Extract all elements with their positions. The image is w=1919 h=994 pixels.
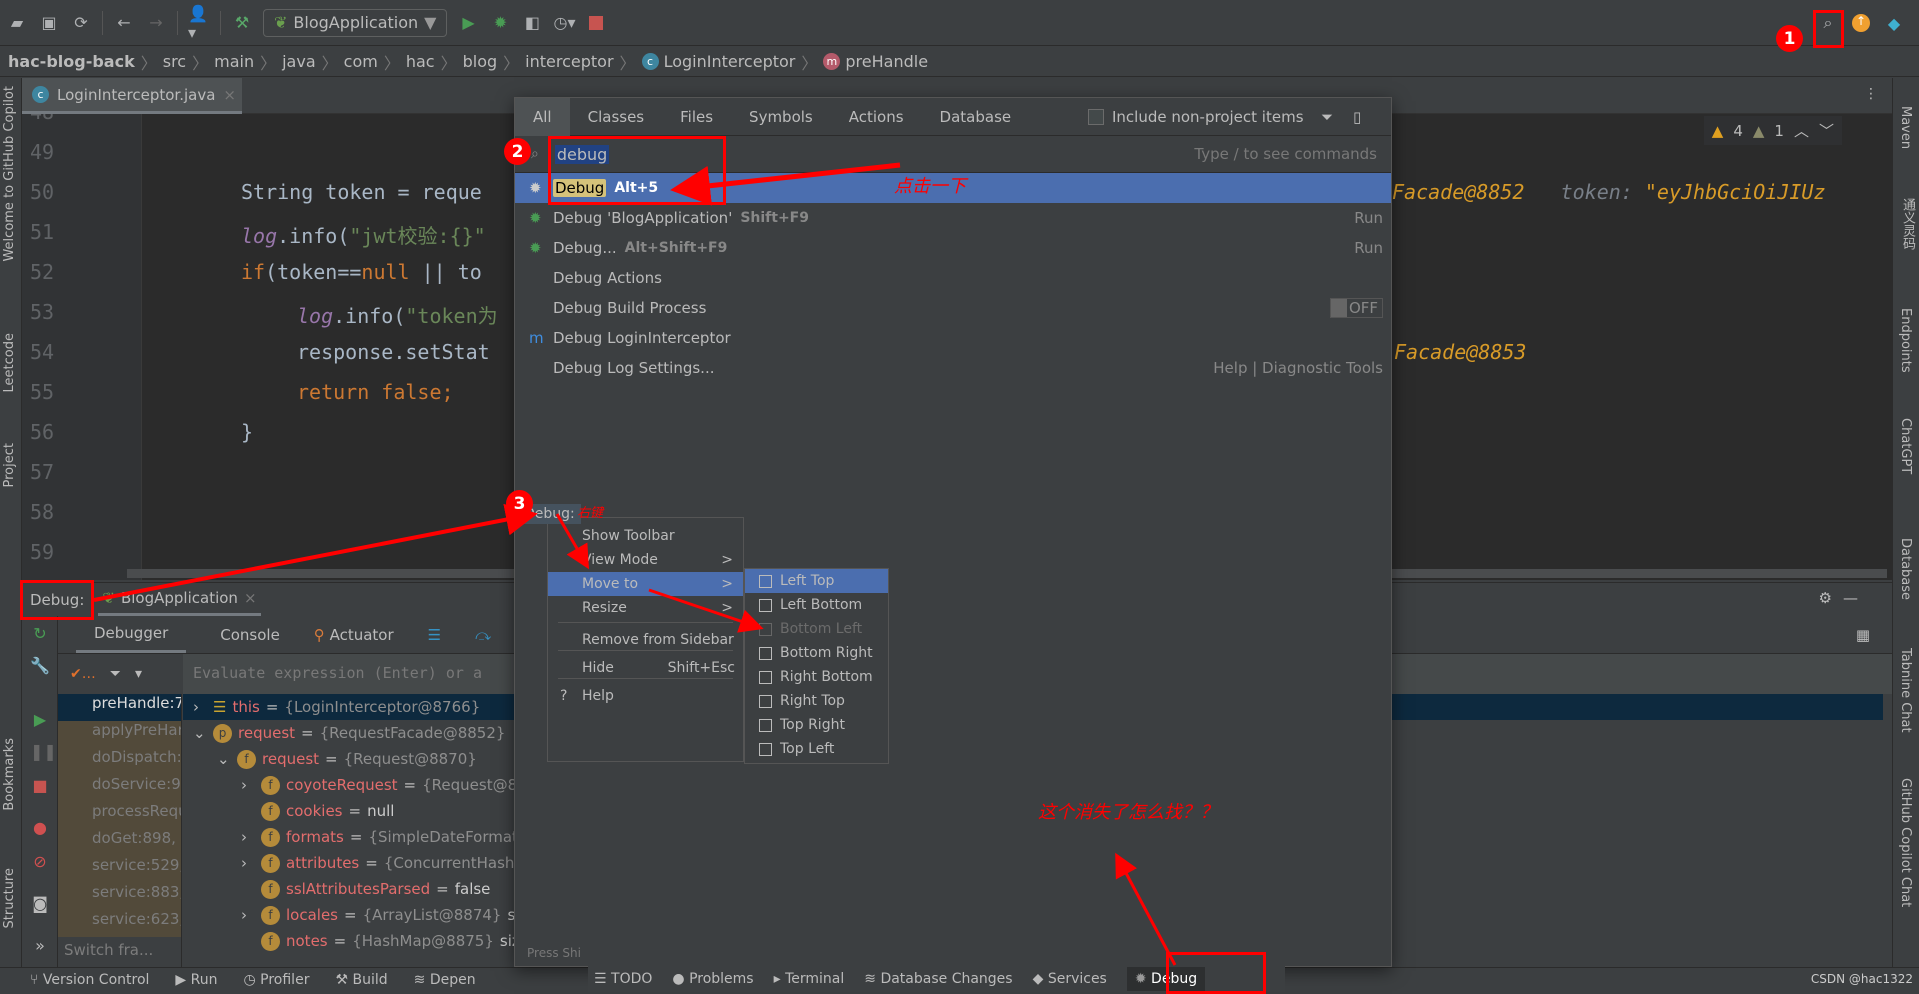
annotation-arrows bbox=[93, 162, 1177, 966]
annotation-box-search bbox=[1813, 10, 1844, 48]
annotation-question: 这个消失了怎么找？？ bbox=[1038, 802, 1218, 823]
arrow-move-to bbox=[555, 513, 590, 570]
annotation-click-once: 点击一下 bbox=[894, 176, 966, 197]
annotation-step-2: 2 bbox=[504, 138, 531, 165]
arrow-debug-tool-button bbox=[1115, 852, 1177, 966]
annotation-box-result bbox=[548, 136, 726, 205]
annotation-right-click: 右键 bbox=[577, 506, 604, 521]
annotation-box-debug-label bbox=[20, 580, 94, 620]
annotation-step-1: 1 bbox=[1776, 25, 1803, 52]
annotation-step-3: 3 bbox=[506, 490, 533, 517]
annotation-box-debug-button bbox=[1166, 952, 1266, 994]
arrow-debug-label bbox=[93, 503, 538, 602]
arrow-bottom-left bbox=[648, 588, 764, 633]
